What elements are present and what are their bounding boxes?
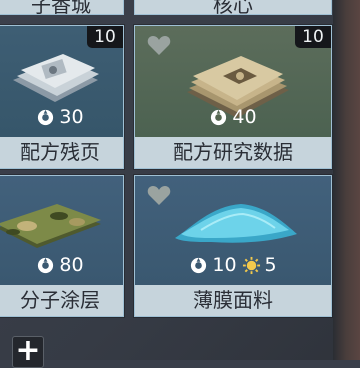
film-fabric-image — [175, 204, 297, 243]
cost-value: 30 — [59, 106, 84, 128]
item-card-molecular-coating[interactable]: 80 分子涂层 — [0, 175, 124, 317]
cost-value: 5 — [264, 254, 277, 276]
cost-item: 10 — [189, 254, 237, 276]
top-card-right-name: 核心 — [213, 0, 253, 15]
favorite-heart-icon[interactable] — [147, 34, 171, 56]
cost-row: 80 — [0, 254, 123, 276]
item-name: 配方残页 — [0, 137, 123, 168]
gear-icon — [211, 109, 227, 125]
top-card-right-label[interactable]: 核心 — [134, 0, 332, 15]
cost-value: 40 — [232, 106, 257, 128]
top-card-left-label[interactable]: 子香城 — [0, 0, 124, 15]
cost-value: 10 — [212, 254, 237, 276]
cost-row: 40 — [135, 106, 331, 128]
gear-icon — [38, 109, 54, 125]
cost-item: 5 — [242, 254, 277, 276]
cost-row: 30 — [0, 106, 123, 128]
add-button[interactable]: + — [12, 336, 44, 368]
cost-item: 40 — [209, 106, 257, 128]
recipe-fragment-image — [13, 54, 99, 102]
gear-icon — [191, 257, 207, 273]
item-name: 分子涂层 — [0, 285, 123, 316]
item-count-badge: 10 — [87, 26, 123, 48]
cost-item: 30 — [36, 106, 84, 128]
item-count-badge: 10 — [295, 26, 331, 48]
top-card-left-name: 子香城 — [31, 0, 91, 15]
favorite-heart-icon[interactable] — [147, 184, 171, 206]
cost-row: 10 5 — [135, 254, 331, 276]
cost-item: 80 — [36, 254, 84, 276]
molecular-coating-image — [0, 204, 101, 248]
cost-value: 80 — [59, 254, 84, 276]
item-card-recipe-fragment[interactable]: 10 30 配方残页 — [0, 25, 124, 169]
gear-icon — [38, 257, 54, 273]
sun-icon — [242, 256, 260, 274]
item-card-recipe-research-data[interactable]: 10 40 配方研究数据 — [134, 25, 332, 169]
item-name: 薄膜面料 — [135, 285, 331, 316]
right-panel-edge — [333, 0, 360, 360]
item-name: 配方研究数据 — [135, 137, 331, 168]
item-card-film-fabric[interactable]: 10 5 薄膜面料 — [134, 175, 332, 317]
